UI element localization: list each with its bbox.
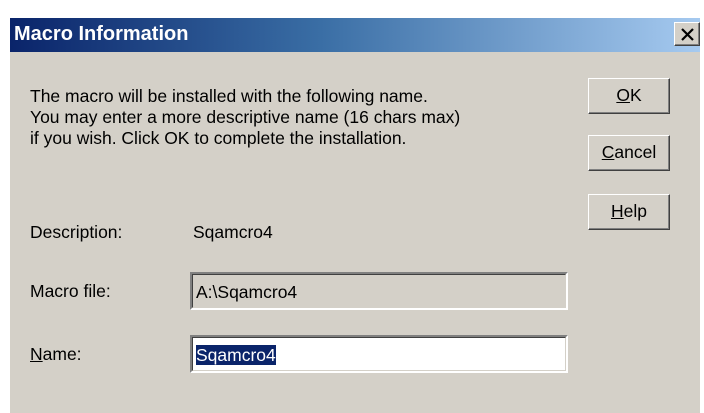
macro-file-label: Macro file:	[30, 281, 111, 301]
macro-file-value: A:\Sqamcro4	[196, 282, 298, 302]
close-icon	[681, 28, 694, 41]
message-line-1: The macro will be installed with the fol…	[30, 86, 428, 106]
ok-rest: K	[629, 85, 642, 105]
help-button[interactable]: Help	[588, 194, 670, 230]
ok-accel: O	[616, 85, 630, 105]
name-label-accel: N	[30, 344, 43, 364]
name-input[interactable]: Sqamcro4	[190, 335, 568, 373]
close-button[interactable]	[674, 22, 700, 46]
title-bar[interactable]: Macro Information	[10, 18, 700, 52]
help-rest: elp	[623, 201, 647, 221]
message-line-2: You may enter a more descriptive name (1…	[30, 107, 461, 127]
macro-information-dialog: Macro Information The macro will be inst…	[10, 18, 700, 413]
description-label: Description:	[30, 222, 123, 242]
name-input-inner[interactable]: Sqamcro4	[192, 337, 566, 371]
cancel-rest: ancel	[614, 142, 657, 162]
name-label-rest: ame:	[42, 344, 82, 364]
description-value: Sqamcro4	[193, 222, 273, 242]
help-accel: H	[611, 201, 624, 221]
cancel-accel: C	[601, 142, 615, 162]
window-title: Macro Information	[14, 23, 189, 45]
instruction-message: The macro will be installed with the fol…	[30, 86, 460, 149]
ok-button[interactable]: OK	[588, 78, 670, 114]
name-label: Name:	[30, 344, 82, 365]
macro-file-field: A:\Sqamcro4	[190, 272, 568, 310]
name-input-value[interactable]: Sqamcro4	[196, 345, 276, 365]
message-line-3: if you wish. Click OK to complete the in…	[30, 128, 407, 148]
macro-file-field-inner: A:\Sqamcro4	[192, 274, 566, 308]
cancel-button[interactable]: Cancel	[588, 135, 670, 171]
